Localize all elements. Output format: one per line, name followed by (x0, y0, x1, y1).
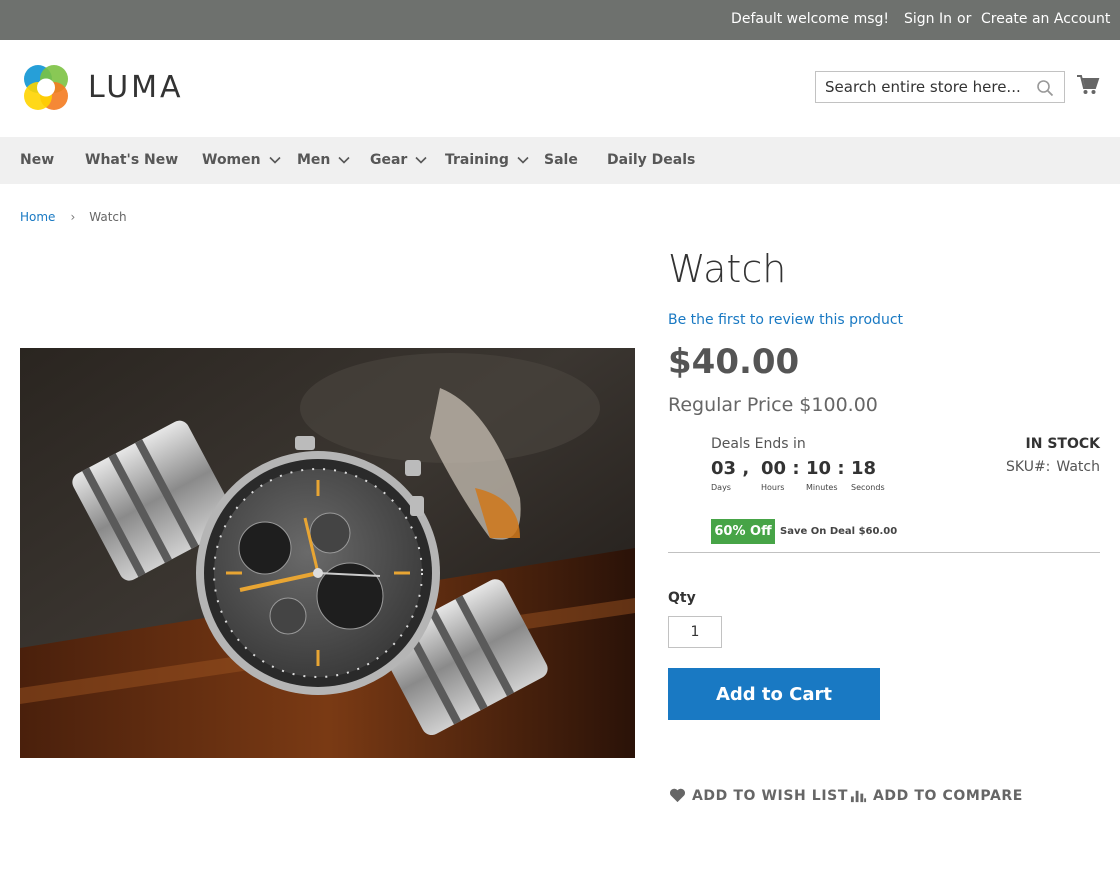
stock-status: IN STOCK (1025, 436, 1100, 452)
countdown-seconds-label: Seconds (851, 483, 885, 492)
top-bar: Default welcome msg! Sign In or Create a… (0, 0, 1120, 40)
search-input[interactable] (816, 72, 1026, 102)
countdown-separator: : (792, 458, 800, 479)
watch-photo (20, 348, 635, 758)
sku-value: Watch (1056, 459, 1100, 475)
product-title: Watch (668, 247, 787, 291)
countdown-hours-label: Hours (761, 483, 785, 492)
review-link[interactable]: Be the first to review this product (668, 312, 903, 328)
nav-item-label: Gear (370, 152, 408, 168)
breadcrumb-home-link[interactable]: Home (20, 210, 55, 224)
sku: SKU#: Watch (1006, 459, 1100, 475)
add-to-compare-link[interactable]: ADD TO COMPARE (850, 787, 1023, 804)
compare-icon (850, 790, 867, 803)
product-image[interactable] (20, 348, 635, 758)
countdown-days: 03 , (711, 458, 749, 479)
nav-item-new[interactable]: New (20, 152, 54, 168)
breadcrumb: Home › Watch (20, 210, 127, 224)
or-text: or (957, 11, 972, 27)
main-nav: New What's New Women Men Gear Training S… (0, 137, 1120, 184)
nav-item-label: Sale (544, 152, 578, 168)
countdown-seconds-value: 18 (851, 458, 877, 479)
nav-item-women[interactable]: Women (202, 152, 281, 168)
countdown-days-value: 03 (711, 458, 737, 479)
sign-in-link[interactable]: Sign In (904, 11, 952, 27)
breadcrumb-current: Watch (89, 210, 127, 224)
add-to-wishlist-link[interactable]: ADD TO WISH LIST (669, 787, 848, 804)
countdown-separator: , (742, 458, 750, 479)
countdown-separator: : (837, 458, 845, 479)
discount-badge: 60% Off (711, 519, 775, 544)
countdown-seconds: 18 (851, 458, 876, 479)
regular-price: Regular Price $100.00 (668, 394, 878, 416)
search-icon[interactable] (1036, 79, 1054, 97)
nav-item-label: Training (445, 152, 509, 168)
search-box (815, 71, 1065, 103)
breadcrumb-separator: › (70, 210, 76, 224)
deals-ends-label: Deals Ends in (711, 436, 806, 452)
welcome-message: Default welcome msg! (731, 11, 889, 27)
nav-item-men[interactable]: Men (297, 152, 350, 168)
nav-item-gear[interactable]: Gear (370, 152, 427, 168)
nav-item-daily-deals[interactable]: Daily Deals (607, 152, 695, 168)
qty-label: Qty (668, 590, 696, 606)
nav-item-label: Men (297, 152, 331, 168)
nav-item-sale[interactable]: Sale (544, 152, 578, 168)
chevron-down-icon (338, 156, 350, 164)
countdown-hours: 00 : (761, 458, 800, 479)
countdown-minutes-label: Minutes (806, 483, 838, 492)
countdown-minutes-value: 10 (806, 458, 832, 479)
luma-logo-icon (24, 65, 68, 110)
nav-item-label: What's New (85, 152, 179, 168)
sku-label: SKU#: (1006, 459, 1051, 475)
chevron-down-icon (415, 156, 427, 164)
nav-item-whats-new[interactable]: What's New (85, 152, 178, 168)
countdown-hours-value: 00 (761, 458, 787, 479)
chevron-down-icon (269, 156, 281, 164)
logo-text: LUMA (88, 70, 184, 105)
heart-icon (669, 788, 686, 803)
wishlist-label: ADD TO WISH LIST (692, 787, 848, 804)
nav-item-label: New (20, 152, 55, 168)
save-text: Save On Deal $60.00 (780, 526, 898, 537)
cart-icon[interactable] (1076, 74, 1100, 96)
qty-input[interactable] (668, 616, 722, 648)
nav-item-training[interactable]: Training (445, 152, 529, 168)
compare-label: ADD TO COMPARE (873, 787, 1023, 804)
countdown-days-label: Days (711, 483, 731, 492)
special-price: $40.00 (668, 342, 800, 382)
create-account-link[interactable]: Create an Account (981, 11, 1110, 27)
nav-item-label: Women (202, 152, 261, 168)
chevron-down-icon (517, 156, 529, 164)
countdown-minutes: 10 : (806, 458, 845, 479)
divider (668, 552, 1100, 553)
add-to-cart-button[interactable]: Add to Cart (668, 668, 880, 720)
nav-item-label: Daily Deals (607, 152, 696, 168)
